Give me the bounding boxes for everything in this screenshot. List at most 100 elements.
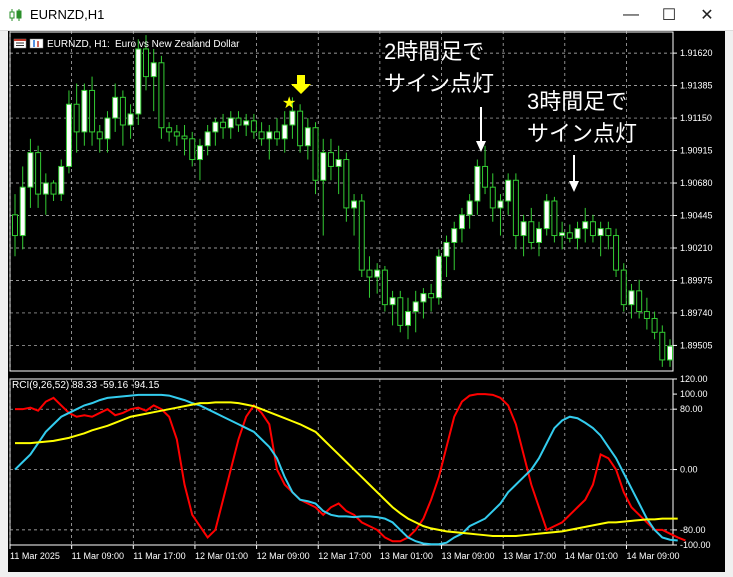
candle-body [243, 120, 250, 126]
candle [381, 265, 388, 312]
candlestick-chart-icon [9, 9, 22, 21]
candle-body [374, 269, 381, 278]
candle-body [112, 96, 119, 119]
candle-body [420, 293, 427, 303]
candle-body [12, 214, 18, 237]
candle-body [119, 96, 126, 126]
candle-body [143, 48, 149, 78]
candle-body [212, 121, 219, 133]
candle-body [96, 131, 103, 140]
candle [135, 39, 142, 125]
candle-body [196, 145, 203, 161]
price-tick-label: 1.91385 [680, 81, 713, 91]
rci-tick-label: -80.00 [680, 525, 706, 535]
candle-body [528, 221, 535, 243]
candle-body [482, 165, 489, 188]
candle [551, 196, 558, 243]
price-tick-label: 1.89505 [680, 340, 713, 350]
candle-body [559, 232, 566, 237]
rci-tick-label: 80.00 [680, 404, 703, 414]
candle-body [58, 165, 65, 195]
candle-body [235, 117, 242, 126]
candle-body [158, 62, 165, 129]
candle-body [127, 113, 134, 126]
candle-body [135, 48, 142, 115]
candle-body [659, 331, 666, 361]
candle-body [181, 135, 188, 140]
price-tick-label: 1.89740 [680, 308, 713, 318]
candle-body [304, 127, 311, 147]
candle-body [381, 269, 388, 306]
chart-menu-icon[interactable] [13, 38, 27, 49]
candle-body [389, 297, 396, 306]
x-tick-label: 11 Mar 2025 [10, 551, 60, 561]
candle-body [605, 228, 612, 237]
price-tick-label: 1.90915 [680, 146, 713, 156]
candle-body [651, 317, 658, 333]
x-tick-label: 12 Mar 01:00 [195, 551, 248, 561]
window-title: EURNZD,H1 [30, 7, 105, 22]
annotation-note2-line1: 3時間足で [527, 89, 627, 114]
candle-body [335, 159, 342, 167]
rci-tick-label: 100.00 [680, 389, 708, 399]
chart-canvas[interactable]: 11 Mar 2025 11 Mar 09:00 11 Mar 17:00 12 Ma… [8, 31, 725, 572]
candle-body [343, 159, 350, 209]
x-tick-label: 12 Mar 09:00 [257, 551, 310, 561]
candle-body [458, 214, 465, 230]
candle-body [220, 121, 227, 129]
signal-star-icon: ★ [282, 95, 296, 112]
candle-body [405, 311, 411, 326]
x-tick-label: 12 Mar 17:00 [318, 551, 371, 561]
chart-type-icon[interactable] [29, 38, 44, 49]
candle-body [512, 179, 519, 237]
candle-body [266, 131, 273, 140]
x-tick-label: 14 Mar 01:00 [565, 551, 618, 561]
annotation-note1-line1: 2時間足で [384, 39, 484, 64]
candle-body [312, 127, 319, 181]
window-titlebar[interactable]: EURNZD,H1 — ☐ ✕ [0, 0, 733, 31]
candle-body [289, 110, 296, 126]
rci-tick-label: 0.00 [680, 465, 698, 475]
candle-body [104, 117, 111, 140]
candle-body [497, 200, 504, 209]
candle [358, 194, 365, 278]
candle-body [443, 241, 450, 257]
candle [435, 249, 442, 305]
candle-body [551, 200, 558, 237]
candle-body [643, 311, 650, 319]
candle-body [628, 290, 635, 306]
candle-body [474, 165, 481, 202]
candle-body [173, 131, 180, 137]
candle-body [589, 221, 596, 237]
chart-symbol-label: EURNZD, H1: [47, 39, 110, 50]
maximize-button[interactable]: ☐ [651, 0, 687, 30]
chart-description: Euro vs New Zealand Dollar [115, 39, 240, 50]
candle-body [274, 131, 280, 140]
chart-area[interactable]: 11 Mar 2025 11 Mar 09:00 11 Mar 17:00 12 Ma… [8, 31, 725, 572]
candle-body [297, 110, 304, 147]
candle-body [613, 235, 620, 271]
x-tick-label: 13 Mar 09:00 [442, 551, 495, 561]
minimize-button[interactable]: — [613, 0, 649, 30]
candle-body [358, 200, 365, 271]
candle-body [89, 89, 96, 133]
candle-body [667, 345, 673, 361]
candle-body [42, 182, 49, 195]
x-tick-label: 14 Mar 09:00 [626, 551, 679, 561]
price-tick-label: 1.91150 [680, 113, 712, 123]
candle-body [189, 138, 196, 161]
candle-body [204, 131, 211, 147]
price-tick-label: 1.89975 [680, 275, 713, 285]
candle [297, 104, 304, 153]
candle-body [412, 301, 419, 313]
annotation-note2-line2: サイン点灯 [527, 121, 637, 146]
price-tick-label: 1.90445 [680, 211, 713, 221]
close-button[interactable]: ✕ [689, 0, 725, 30]
candle-body [366, 269, 373, 278]
candle-body [620, 269, 627, 306]
candle-body [435, 255, 442, 299]
price-tick-label: 1.91620 [680, 48, 713, 58]
candle-body [574, 228, 581, 239]
candle-body [81, 89, 88, 133]
candle-body [636, 290, 643, 313]
